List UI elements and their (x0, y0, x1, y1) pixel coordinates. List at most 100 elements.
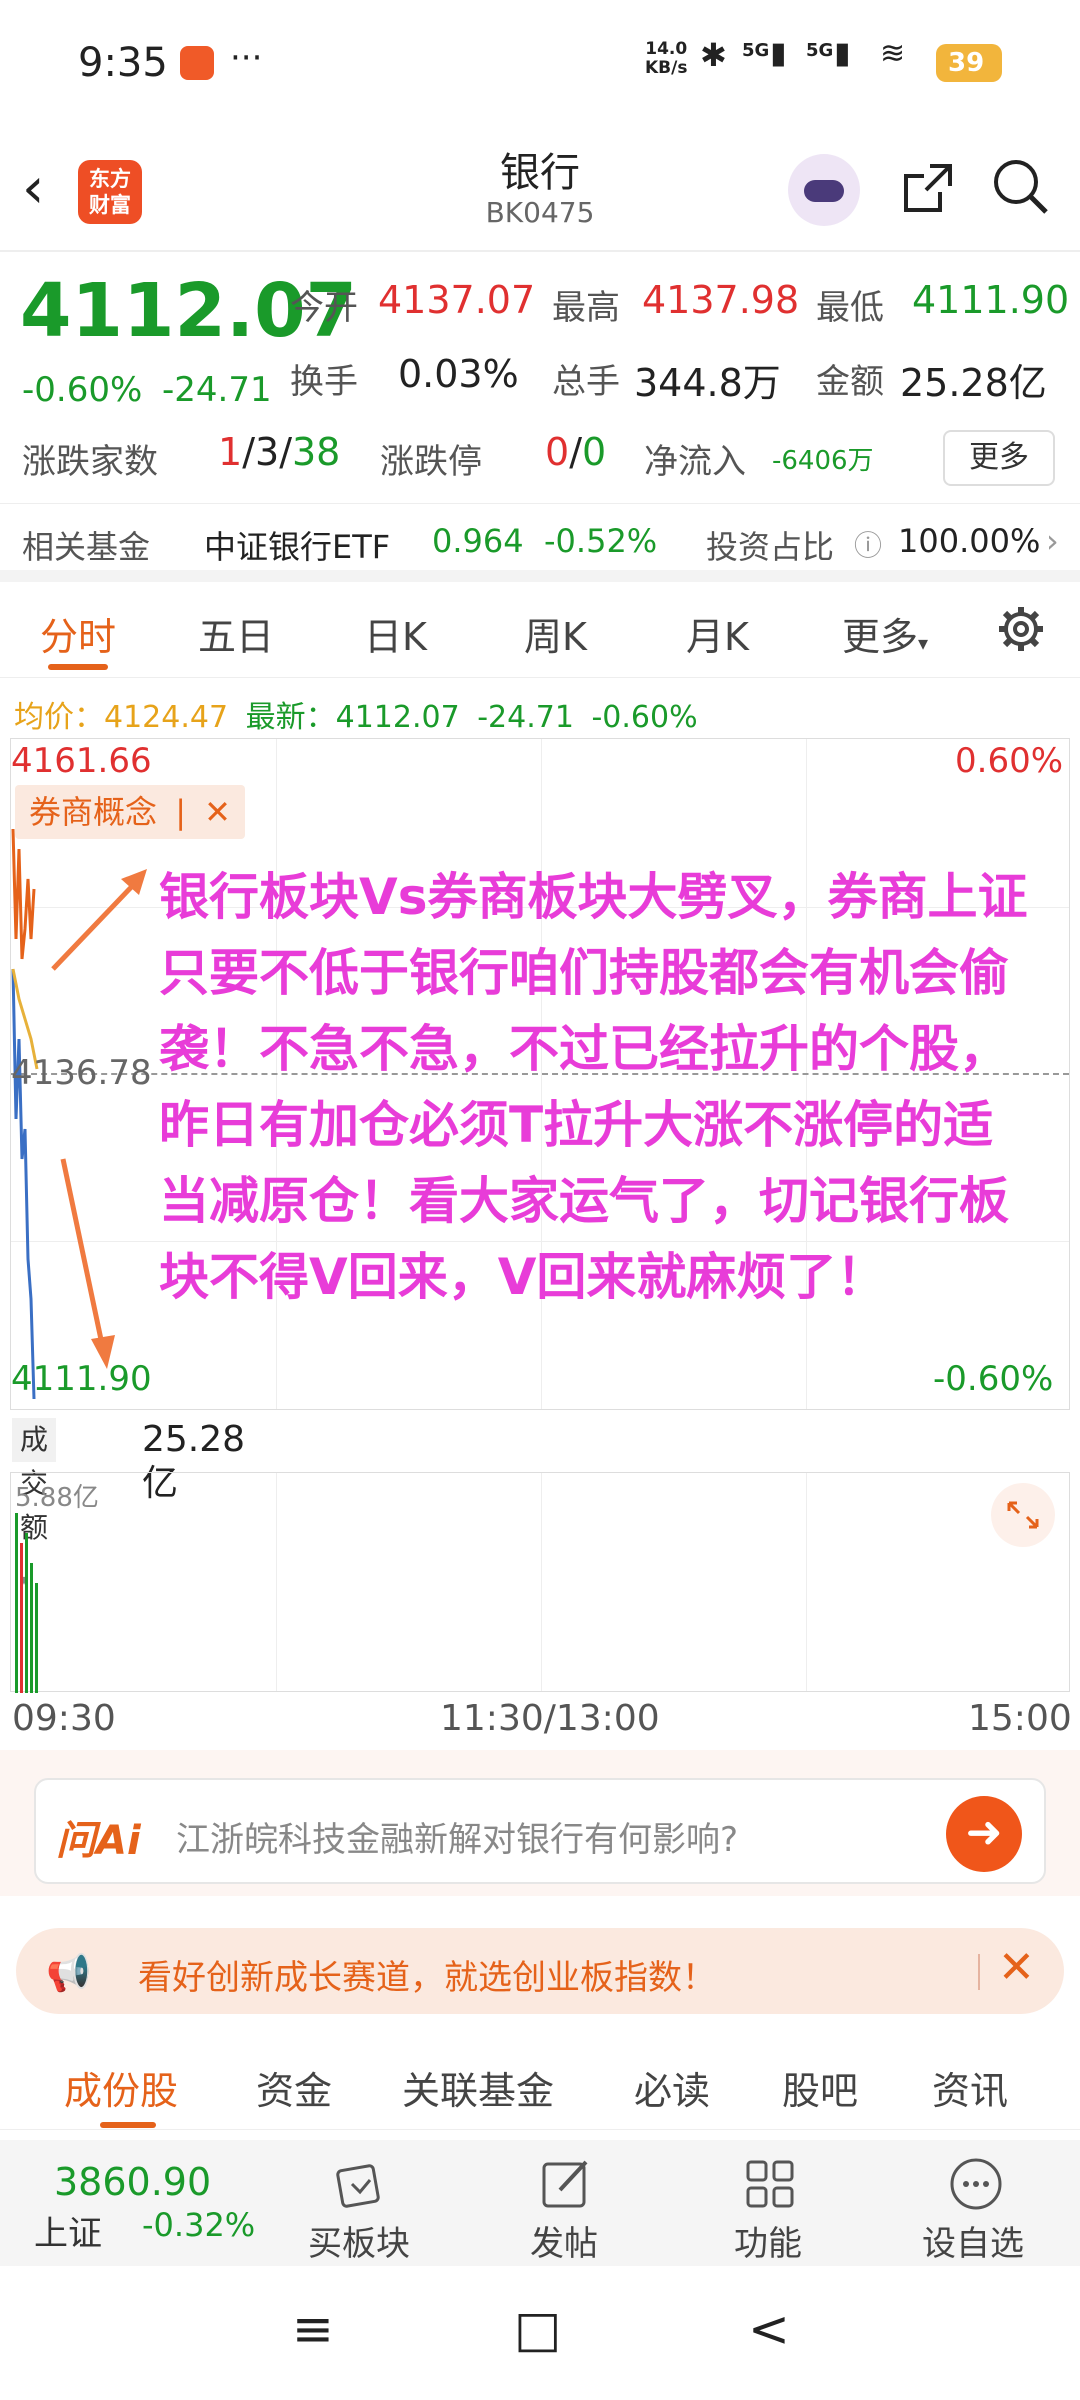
slash: / (279, 430, 292, 474)
annotation-arrows (51, 869, 147, 1369)
ai-ask-section: 问Ai 江浙皖科技金融新解对银行有何影响? ➜ (0, 1750, 1080, 1896)
grid-icon (746, 2160, 794, 2208)
inflow-value: -6406万 (772, 446, 874, 476)
fund-price: 0.964 (432, 522, 524, 560)
tab-funds-flow[interactable]: 资金 (256, 2060, 332, 2115)
low-label: 最低 (816, 288, 884, 328)
signal-2-icon: ▮ (834, 36, 851, 71)
tab-news[interactable]: 资讯 (932, 2060, 1008, 2115)
inflow-label: 净流入 (644, 442, 746, 482)
tab-intraday[interactable]: 分时 (40, 606, 116, 661)
gear-icon[interactable] (996, 604, 1046, 654)
net-speed: 14.0 KB/s (645, 40, 687, 78)
close-icon[interactable]: ✕ (998, 1942, 1035, 1993)
more-notifications-icon: ··· (230, 38, 263, 78)
expand-icon[interactable] (991, 1483, 1055, 1547)
concept-tag[interactable]: 券商概念 | ✕ (15, 785, 245, 839)
index-value: 3860.90 (54, 2160, 212, 2204)
tab-monthly-k[interactable]: 月K (686, 606, 749, 661)
share-icon[interactable] (900, 160, 956, 216)
volume-selector[interactable]: 成交额 ▾ (12, 1418, 57, 1589)
back-nav-icon[interactable]: < (748, 2300, 790, 2358)
low-value: 4111.90 (912, 278, 1070, 322)
net-speed-value: 14.0 (645, 39, 688, 59)
tab-constituents[interactable]: 成份股 (64, 2060, 178, 2115)
more-circle-icon (950, 2158, 1002, 2210)
system-nav-bar: ≡ □ < (0, 2266, 1080, 2400)
wifi-icon: ≋ (880, 36, 906, 71)
volume-label: 总手 (552, 362, 620, 402)
content-tabs: 成份股 资金 关联基金 必读 股吧 资讯 (0, 2030, 1080, 2130)
down-count: 38 (292, 430, 341, 474)
time-mid: 11:30/13:00 (440, 1698, 660, 1739)
y-bottom-label: 4111.90 (11, 1359, 152, 1399)
header: ‹ 东方 财富 银行 BK0475 (0, 130, 1080, 252)
bluetooth-icon: ✱ (700, 36, 727, 74)
tab-five-day[interactable]: 五日 (198, 606, 274, 661)
latest-label: 最新： (245, 700, 336, 735)
y-mid-label: 4136.78 (11, 1053, 152, 1093)
turnover-label: 换手 (290, 362, 358, 402)
clock: 9:35 (78, 40, 168, 86)
updown-label: 涨跌家数 (22, 442, 158, 482)
ai-question: 江浙皖科技金融新解对银行有何影响? (176, 1820, 739, 1860)
menu-icon[interactable]: ≡ (292, 2300, 334, 2358)
avg-label: 均价： (14, 700, 104, 735)
chevron-right-icon: › (1046, 522, 1059, 560)
close-icon[interactable]: ✕ (204, 793, 231, 831)
search-icon[interactable] (990, 156, 1050, 216)
flat-count: 3 (255, 430, 280, 474)
tab-weekly-k[interactable]: 周K (524, 606, 587, 661)
tab-daily-k[interactable]: 日K (364, 606, 427, 661)
chart-tabs: 分时 五日 日K 周K 月K 更多▾ (0, 582, 1080, 678)
quote-panel: 4112.07 -0.60% -24.71 今开 4137.07 最高 4137… (0, 254, 1080, 504)
open-value: 4137.07 (378, 278, 536, 322)
index-name: 上证 (34, 2214, 102, 2254)
net-speed-unit: KB/s (645, 58, 688, 78)
ai-robot-icon[interactable] (788, 154, 860, 226)
tab-more-label: 更多 (842, 615, 919, 659)
high-label: 最高 (552, 288, 620, 328)
more-button[interactable]: 更多 (943, 430, 1055, 486)
latest-change-pct: -0.60% (591, 700, 698, 735)
latest-value: 4112.07 (335, 700, 460, 735)
slash: / (242, 430, 255, 474)
volume-value: 344.8万 (634, 361, 781, 405)
function-label: 功能 (734, 2224, 802, 2264)
caret-down-icon: ▾ (918, 631, 929, 655)
limit-down-count: 0 (582, 430, 607, 474)
banner-text: 看好创新成长赛道，就选创业板指数！ (138, 1958, 716, 1998)
turnover-value: 0.03% (398, 352, 519, 396)
help-icon[interactable]: ⓘ (854, 524, 882, 564)
concept-tag-label: 券商概念 (29, 793, 158, 831)
high-value: 4137.98 (642, 278, 800, 322)
user-annotation: 银行板块Vs券商板块大劈叉，券商上证只要不低于银行咱们持股都会有机会偷袭！不急不… (159, 868, 1028, 1306)
fund-change: -0.52% (544, 522, 658, 560)
pct-bottom-label: -0.60% (933, 1359, 1054, 1399)
y-top-label: 4161.66 (11, 741, 152, 781)
updown-count: 1/3/38 (218, 430, 340, 474)
change-value: -24.71 (162, 370, 272, 410)
related-fund-row[interactable]: 相关基金 中证银行ETF 0.964 -0.52% 投资占比 ⓘ 100.00%… (0, 504, 1080, 582)
tab-more[interactable]: 更多▾ (842, 606, 928, 661)
avg-value: 4124.47 (104, 700, 229, 735)
home-icon[interactable]: □ (514, 2300, 561, 2358)
change-percent: -0.60% (22, 370, 143, 410)
intraday-chart[interactable]: 4161.66 4136.78 4111.90 0.60% -0.60% 券商概… (10, 738, 1070, 1410)
pct-top-label: 0.60% (955, 741, 1064, 781)
ai-question-box[interactable]: 问Ai 江浙皖科技金融新解对银行有何影响? ➜ (34, 1778, 1046, 1884)
volume-chart[interactable]: 5.88亿 (10, 1472, 1070, 1693)
index-change: -0.32% (142, 2206, 256, 2244)
latest-change: -24.71 (477, 700, 574, 735)
ad-banner[interactable]: 📢 看好创新成长赛道，就选创业板指数！ ✕ (16, 1928, 1064, 2014)
tab-forum[interactable]: 股吧 (782, 2060, 858, 2115)
tab-must-read[interactable]: 必读 (634, 2060, 710, 2115)
limit-up-count: 0 (545, 430, 570, 474)
arrow-right-icon[interactable]: ➜ (946, 1796, 1022, 1872)
app-notification-icon (180, 46, 214, 80)
tag-separator: | (175, 793, 186, 831)
edit-icon (542, 2160, 588, 2208)
battery-icon: 39 (936, 44, 1002, 82)
price-line-orange (11, 828, 36, 960)
tab-related-funds[interactable]: 关联基金 (402, 2060, 554, 2115)
